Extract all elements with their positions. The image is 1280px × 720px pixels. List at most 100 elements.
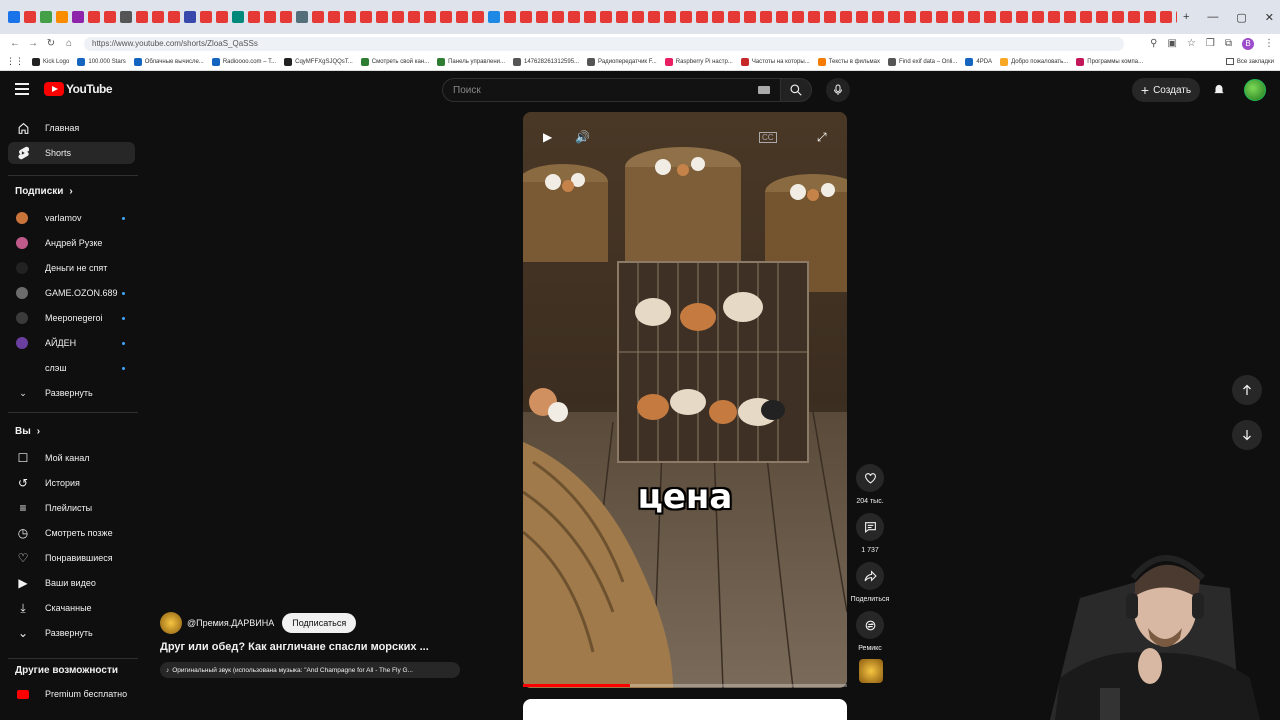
short-title[interactable]: Друг или обед? Как англичане спасли морс…: [160, 641, 460, 653]
tab-favicon[interactable]: [1048, 11, 1060, 23]
sidebar-panel-icon[interactable]: ⧉: [1225, 38, 1232, 49]
tab-favicon[interactable]: [744, 11, 756, 23]
tab-favicon[interactable]: [136, 11, 148, 23]
search-input[interactable]: Поиск: [442, 78, 781, 102]
tab-favicon[interactable]: [920, 11, 932, 23]
tab-favicon[interactable]: [792, 11, 804, 23]
tab-favicon[interactable]: [552, 11, 564, 23]
tab-favicon[interactable]: [168, 11, 180, 23]
tab-favicon[interactable]: [936, 11, 948, 23]
voice-search-button[interactable]: [826, 78, 850, 102]
home-icon[interactable]: ⌂: [60, 38, 78, 49]
tab-favicon[interactable]: [280, 11, 292, 23]
tab-favicon[interactable]: [40, 11, 52, 23]
menu-dots-icon[interactable]: ⋮: [1264, 38, 1274, 49]
tab-favicon[interactable]: [728, 11, 740, 23]
sidebar-you-item[interactable]: ⌄ Развернуть: [8, 622, 135, 644]
search-button[interactable]: [780, 78, 812, 102]
tab-favicon[interactable]: [184, 11, 196, 23]
bookmark-item[interactable]: Radioooo.com – T...: [211, 57, 276, 66]
back-icon[interactable]: ←: [6, 38, 24, 49]
volume-icon[interactable]: 🔊: [575, 130, 590, 144]
fullscreen-icon[interactable]: ⤢: [817, 130, 827, 145]
tab-favicon[interactable]: [504, 11, 516, 23]
bookmark-item[interactable]: Смотреть свой кан...: [360, 57, 429, 66]
sidebar-you-item[interactable]: ≡ Плейлисты: [8, 497, 135, 519]
sidebar-you-item[interactable]: ▶ Ваши видео: [8, 572, 135, 594]
tab-favicon[interactable]: [344, 11, 356, 23]
tab-favicon[interactable]: [600, 11, 612, 23]
shorts-player[interactable]: ▶ 🔊 CC ⤢ цена: [523, 112, 847, 688]
tab-favicon[interactable]: [904, 11, 916, 23]
bookmark-item[interactable]: Частоты на которы...: [740, 57, 810, 66]
minimize-icon[interactable]: —: [1207, 11, 1218, 23]
tab-favicon[interactable]: [392, 11, 404, 23]
new-tab-icon[interactable]: +: [1183, 11, 1189, 23]
tab-favicon[interactable]: [856, 11, 868, 23]
tab-favicon[interactable]: [120, 11, 132, 23]
create-button[interactable]: + Создать: [1132, 78, 1200, 102]
tab-favicon[interactable]: [232, 11, 244, 23]
tab-favicon[interactable]: [360, 11, 372, 23]
guide-menu-icon[interactable]: [15, 83, 29, 95]
apps-icon[interactable]: ⋮⋮: [6, 56, 24, 67]
tab-favicon[interactable]: [760, 11, 772, 23]
sidebar-channel[interactable]: слэш: [8, 357, 135, 379]
tab-favicon[interactable]: [888, 11, 900, 23]
bookmark-item[interactable]: 100.000 Stars: [77, 57, 126, 66]
sidebar-channel[interactable]: Meeponegeroi: [8, 307, 135, 329]
tab-favicon[interactable]: [632, 11, 644, 23]
previous-short-button[interactable]: [1232, 375, 1262, 405]
tab-favicon[interactable]: [88, 11, 100, 23]
tab-favicon[interactable]: [312, 11, 324, 23]
sidebar-item-premium[interactable]: Premium бесплатно: [8, 683, 135, 705]
sidebar-channel[interactable]: АЙДЕН: [8, 332, 135, 354]
sidebar-channel[interactable]: varlamov: [8, 207, 135, 229]
zoom-icon[interactable]: ⚲: [1150, 38, 1157, 49]
tab-favicon[interactable]: [952, 11, 964, 23]
next-short-button[interactable]: [1232, 420, 1262, 450]
tab-favicon[interactable]: [152, 11, 164, 23]
bookmark-item[interactable]: Радиопередатчик F...: [587, 57, 657, 66]
bookmark-item[interactable]: Добро пожаловать...: [1000, 57, 1068, 66]
captions-icon[interactable]: CC: [759, 132, 777, 143]
tab-favicon[interactable]: [776, 11, 788, 23]
like-action[interactable]: 204 тыс.: [848, 464, 892, 505]
tab-favicon[interactable]: [696, 11, 708, 23]
youtube-logo[interactable]: YouTube: [44, 82, 113, 96]
tab-favicon[interactable]: [264, 11, 276, 23]
bookmark-item[interactable]: Find exif data – Onli...: [888, 57, 957, 66]
comments-button[interactable]: [856, 513, 884, 541]
sidebar-you-item[interactable]: ⤓ Скачанные: [8, 597, 135, 619]
tab-favicon[interactable]: [840, 11, 852, 23]
remix-button[interactable]: [856, 611, 884, 639]
tab-favicon[interactable]: [568, 11, 580, 23]
tab-favicon[interactable]: [536, 11, 548, 23]
bookmark-item[interactable]: 4PDA: [965, 57, 992, 66]
tab-favicon[interactable]: [472, 11, 484, 23]
maximize-icon[interactable]: ▢: [1236, 11, 1246, 24]
tab-favicon[interactable]: [664, 11, 676, 23]
sidebar-you-item[interactable]: ↺ История: [8, 472, 135, 494]
tab-favicon[interactable]: [248, 11, 260, 23]
tab-favicon[interactable]: [488, 11, 500, 23]
tab-favicon[interactable]: [1144, 11, 1156, 23]
tab-favicon[interactable]: [824, 11, 836, 23]
tab-favicon[interactable]: [296, 11, 308, 23]
sidebar-channel[interactable]: GAME.OZON.689: [8, 282, 135, 304]
tab-favicon[interactable]: [1128, 11, 1140, 23]
notifications-button[interactable]: [1212, 81, 1226, 102]
close-window-icon[interactable]: ✕: [1265, 11, 1274, 24]
tab-favicon[interactable]: [1080, 11, 1092, 23]
sound-thumbnail[interactable]: [859, 659, 883, 683]
tab-favicon[interactable]: [968, 11, 980, 23]
tab-favicon[interactable]: [24, 11, 36, 23]
bookmark-item[interactable]: Kick Logo: [32, 57, 69, 66]
tab-favicon[interactable]: [1032, 11, 1044, 23]
sidebar-channel[interactable]: Андрей Рузке: [8, 232, 135, 254]
tab-favicon[interactable]: [8, 11, 20, 23]
bookmark-item[interactable]: 147628261312595...: [512, 57, 579, 66]
tab-favicon[interactable]: [1160, 11, 1172, 23]
tab-favicon[interactable]: [56, 11, 68, 23]
comments-action[interactable]: 1 737: [848, 513, 892, 554]
